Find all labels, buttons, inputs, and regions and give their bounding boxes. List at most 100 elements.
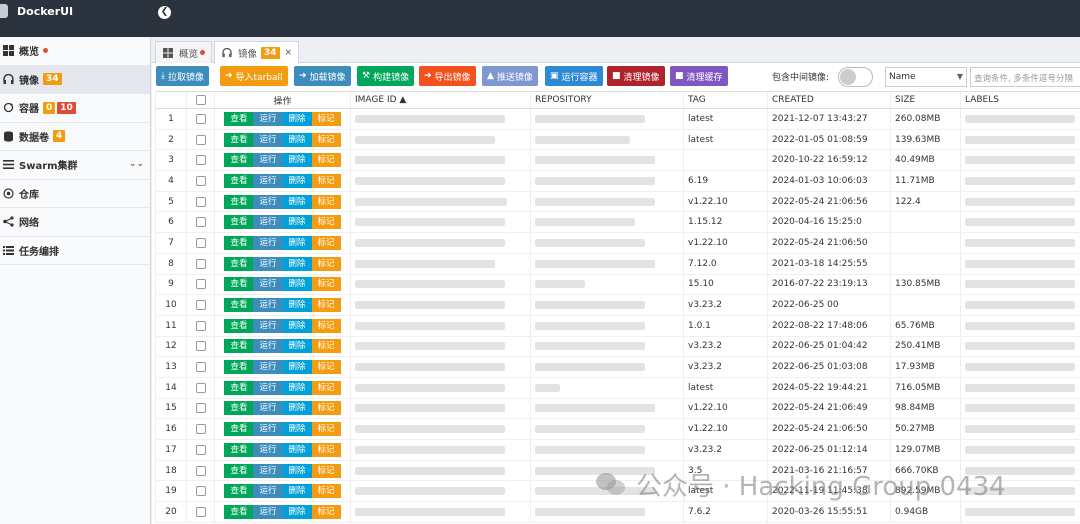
delete-button[interactable]: 删除 <box>282 360 312 375</box>
image-id-cell[interactable] <box>350 398 530 419</box>
tag-button[interactable]: 标记 <box>311 360 341 375</box>
image-id-cell[interactable] <box>350 481 530 502</box>
tag-button[interactable]: 标记 <box>311 442 341 457</box>
row-checkbox[interactable] <box>195 134 206 145</box>
tag-button[interactable]: 标记 <box>311 173 341 188</box>
view-button[interactable]: 查看 <box>224 318 254 333</box>
delete-button[interactable]: 删除 <box>282 339 312 354</box>
table-row[interactable]: 1 查看 运行 删除 标记 latest 2021-12-07 13:43:27… <box>155 109 1080 130</box>
delete-button[interactable]: 删除 <box>282 318 312 333</box>
view-button[interactable]: 查看 <box>224 484 254 499</box>
row-select-cell[interactable] <box>186 398 214 419</box>
chevron-down-icon[interactable]: ⌄⌄ <box>129 159 144 169</box>
delete-button[interactable]: 删除 <box>282 194 312 209</box>
run-button[interactable]: 运行 <box>253 360 283 375</box>
view-button[interactable]: 查看 <box>224 442 254 457</box>
pull-image-button[interactable]: ⤓ 拉取镜像 <box>156 66 209 86</box>
table-row[interactable]: 16 查看 运行 删除 标记 v1.22.10 2022-05-24 21:06… <box>155 419 1080 440</box>
view-button[interactable]: 查看 <box>224 463 254 478</box>
row-select-cell[interactable] <box>186 502 214 522</box>
table-row[interactable]: 9 查看 运行 删除 标记 15.10 2016-07-22 23:19:13 … <box>155 274 1080 296</box>
image-id-cell[interactable] <box>350 295 530 315</box>
image-id-cell[interactable] <box>350 460 530 481</box>
view-button[interactable]: 查看 <box>224 298 254 313</box>
table-row[interactable]: 6 查看 运行 删除 标记 1.15.12 2020-04-16 15:25:0 <box>155 212 1080 234</box>
row-checkbox[interactable] <box>195 382 206 393</box>
table-row[interactable]: 11 查看 运行 删除 标记 1.0.1 2022-08-22 17:48:06… <box>155 315 1080 337</box>
table-row[interactable]: 10 查看 运行 删除 标记 v3.23.2 2022-06-25 00 <box>155 295 1080 316</box>
delete-button[interactable]: 删除 <box>282 401 312 416</box>
view-button[interactable]: 查看 <box>224 360 254 375</box>
push-image-button[interactable]: ▲ 推送镜像 <box>482 66 538 86</box>
run-button[interactable]: 运行 <box>253 215 283 230</box>
delete-button[interactable]: 删除 <box>282 504 312 519</box>
row-checkbox[interactable] <box>195 424 206 435</box>
row-select-cell[interactable] <box>186 336 214 357</box>
header-select-all[interactable] <box>186 92 214 108</box>
image-id-cell[interactable] <box>350 109 530 129</box>
view-button[interactable]: 查看 <box>224 132 254 147</box>
sidebar-item-overview[interactable]: 概览 <box>0 37 150 66</box>
row-select-cell[interactable] <box>186 377 214 398</box>
delete-button[interactable]: 删除 <box>282 484 312 499</box>
row-checkbox[interactable] <box>195 444 206 455</box>
tag-button[interactable]: 标记 <box>311 215 341 230</box>
image-id-cell[interactable] <box>350 150 530 171</box>
header-size[interactable]: SIZE <box>890 92 960 108</box>
view-button[interactable]: 查看 <box>224 153 254 168</box>
image-id-cell[interactable] <box>350 212 530 233</box>
header-image-id[interactable]: IMAGE ID ▲ <box>350 92 530 108</box>
tab-images[interactable]: 镜像 34 × <box>214 41 300 64</box>
header-repository[interactable]: REPOSITORY <box>530 92 683 108</box>
image-id-cell[interactable] <box>350 274 530 295</box>
export-image-button[interactable]: ➜ 导出镜像 <box>419 66 476 86</box>
image-id-cell[interactable] <box>350 377 530 398</box>
table-row[interactable]: 14 查看 运行 删除 标记 latest 2024-05-22 19:44:2… <box>155 377 1080 399</box>
row-select-cell[interactable] <box>186 315 214 336</box>
sidebar-item-registry[interactable]: 仓库 <box>0 180 150 208</box>
image-id-cell[interactable] <box>350 336 530 357</box>
delete-button[interactable]: 删除 <box>282 235 312 250</box>
row-select-cell[interactable] <box>186 191 214 212</box>
run-button[interactable]: 运行 <box>253 173 283 188</box>
tag-button[interactable]: 标记 <box>311 256 341 271</box>
run-button[interactable]: 运行 <box>253 194 283 209</box>
sidebar-item-tasks[interactable]: 任务编排 <box>0 237 150 265</box>
tag-button[interactable]: 标记 <box>311 277 341 292</box>
import-tarball-button[interactable]: ➜ 导入tarball <box>220 66 288 86</box>
image-id-cell[interactable] <box>350 315 530 336</box>
prune-cache-button[interactable]: ■ 清理缓存 <box>670 66 728 86</box>
run-button[interactable]: 运行 <box>253 401 283 416</box>
tag-button[interactable]: 标记 <box>311 401 341 416</box>
image-id-cell[interactable] <box>350 357 530 377</box>
run-button[interactable]: 运行 <box>253 153 283 168</box>
run-button[interactable]: 运行 <box>253 298 283 313</box>
row-checkbox[interactable] <box>195 320 206 331</box>
table-row[interactable]: 12 查看 运行 删除 标记 v3.23.2 2022-06-25 01:04:… <box>155 336 1080 358</box>
view-button[interactable]: 查看 <box>224 504 254 519</box>
row-select-cell[interactable] <box>186 274 214 295</box>
row-select-cell[interactable] <box>186 150 214 171</box>
row-select-cell[interactable] <box>186 357 214 377</box>
delete-button[interactable]: 删除 <box>282 215 312 230</box>
prune-images-button[interactable]: ■ 清理镜像 <box>607 66 665 86</box>
row-select-cell[interactable] <box>186 460 214 481</box>
header-created[interactable]: CREATED <box>767 92 890 108</box>
run-button[interactable]: 运行 <box>253 442 283 457</box>
tag-button[interactable]: 标记 <box>311 132 341 147</box>
row-checkbox[interactable] <box>195 362 206 373</box>
delete-button[interactable]: 删除 <box>282 380 312 395</box>
sidebar-toggle-icon[interactable]: ❮ <box>158 6 171 19</box>
run-button[interactable]: 运行 <box>253 422 283 437</box>
sidebar-item-containers[interactable]: 容器 0 10 <box>0 94 150 123</box>
image-id-cell[interactable] <box>350 129 530 150</box>
row-select-cell[interactable] <box>186 109 214 129</box>
row-checkbox[interactable] <box>195 300 206 311</box>
delete-button[interactable]: 删除 <box>282 463 312 478</box>
delete-button[interactable]: 删除 <box>282 298 312 313</box>
search-input[interactable]: 查询条件, 多条件逗号分隔 <box>970 67 1080 87</box>
view-button[interactable]: 查看 <box>224 111 254 126</box>
build-image-button[interactable]: ⚒ 构建镜像 <box>357 66 415 86</box>
tag-button[interactable]: 标记 <box>311 380 341 395</box>
tag-button[interactable]: 标记 <box>311 339 341 354</box>
